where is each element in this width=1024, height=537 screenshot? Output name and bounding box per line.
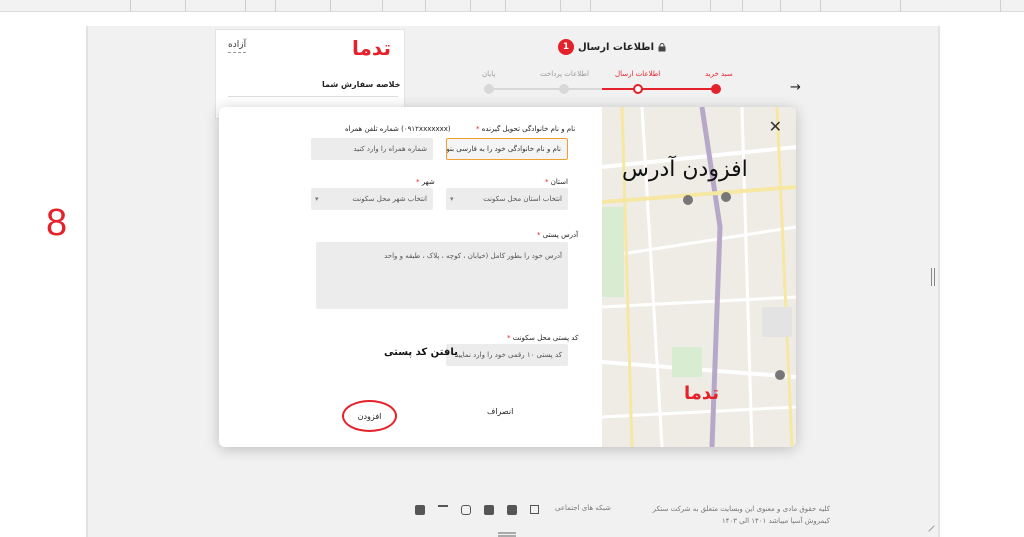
address-label: * آدرس پستی (537, 231, 579, 239)
postal-code-field[interactable]: کد پستی ۱۰ رقمی خود را وارد نمایید (446, 344, 568, 366)
recipient-field[interactable]: نام و نام خانوادگی خود را به فارسی بنویس… (446, 138, 568, 160)
browser-top-strip (0, 0, 1024, 12)
divider (228, 96, 398, 97)
overlay-step-number: 8 (46, 202, 68, 244)
step-dot-finish (484, 84, 494, 94)
city-label: * شهر (416, 178, 435, 186)
province-label: * استان (545, 178, 568, 186)
phone-field[interactable]: شماره همراه را وارد کنید (311, 138, 433, 160)
facebook-icon[interactable] (415, 505, 425, 515)
footer-copyright-line1: کلیه حقوق مادی و معنوی این وبسایت متعلق … (652, 505, 830, 513)
step-finish: پایان (482, 70, 496, 78)
user-menu[interactable]: آزاده (228, 40, 247, 53)
cancel-button[interactable]: انصراف (487, 407, 513, 416)
city-select-value: انتخاب شهر محل سکونت (352, 195, 427, 203)
instagram-icon[interactable] (461, 505, 471, 515)
youtube-icon[interactable] (484, 505, 494, 515)
find-postal-code-link[interactable]: یافتن کد پستی (384, 347, 458, 358)
postal-label: * کد پستی محل سکونت (507, 334, 579, 342)
step-badge: 1 (558, 39, 574, 55)
province-select-value: انتخاب استان محل سکونت (483, 195, 562, 203)
step-dot-shipping (633, 84, 643, 94)
step-shipping: اطلاعات ارسال (615, 70, 661, 78)
lock-icon (658, 42, 666, 51)
splitter-handle[interactable] (931, 268, 935, 286)
add-button[interactable]: افزودن (342, 400, 397, 432)
step-cart[interactable]: سبد خرید (705, 70, 733, 78)
frame-right-edge (938, 26, 940, 537)
map-brand-logo: ﺗﺪﻣﺎ (684, 383, 720, 404)
footer-copyright: کلیه حقوق مادی و معنوی این وبسایت متعلق … (620, 503, 830, 527)
footer-copyright-line2: کیمروش آسیا میباشد ۱۴۰۱ الی ۱۴۰۳ (721, 517, 830, 525)
address-textarea[interactable]: آدرس خود را بطور کامل (خیابان ، کوچه ، پ… (316, 242, 568, 309)
step-dot-cart (711, 84, 721, 94)
twitter-icon[interactable] (438, 505, 448, 515)
recipient-label: * نام و نام خانوادگی تحویل گیرنده (476, 125, 576, 133)
order-summary-title: خلاصه سفارش شما (322, 80, 401, 89)
phone-label: شماره تلفن همراه (۰۹۱۲xxxxxxx) (345, 125, 451, 133)
map-panel[interactable]: افزودن آدرس ✕ ﺗﺪﻣﺎ (602, 107, 796, 447)
aparat-icon[interactable] (530, 505, 539, 514)
city-select[interactable]: انتخاب شهر محل سکونت ▾ (311, 188, 433, 210)
modal-title: افزودن آدرس (622, 157, 748, 182)
step-payment: اطلاعات پرداخت (540, 70, 589, 78)
social-networks-label: شبکه های اجتماعی (555, 504, 611, 512)
progress-track-active (602, 88, 718, 90)
brand-logo[interactable]: ﺗﺪﻣﺎ (352, 36, 392, 60)
province-select[interactable]: انتخاب استان محل سکونت ▾ (446, 188, 568, 210)
add-address-modal: افزودن آدرس ✕ ﺗﺪﻣﺎ * نام و نام خانوادگی … (219, 107, 796, 447)
step-dot-payment (559, 84, 569, 94)
linkedin-icon[interactable] (507, 505, 517, 515)
shipping-title: اطلاعات ارسال (578, 41, 655, 53)
bottom-scroll-handle[interactable] (498, 532, 516, 537)
close-icon[interactable]: ✕ (769, 117, 782, 136)
back-arrow-icon[interactable]: → (790, 80, 801, 95)
chevron-down-icon: ▾ (315, 195, 319, 203)
shipping-heading: 1 اطلاعات ارسال (558, 39, 666, 55)
chevron-down-icon: ▾ (450, 195, 454, 203)
